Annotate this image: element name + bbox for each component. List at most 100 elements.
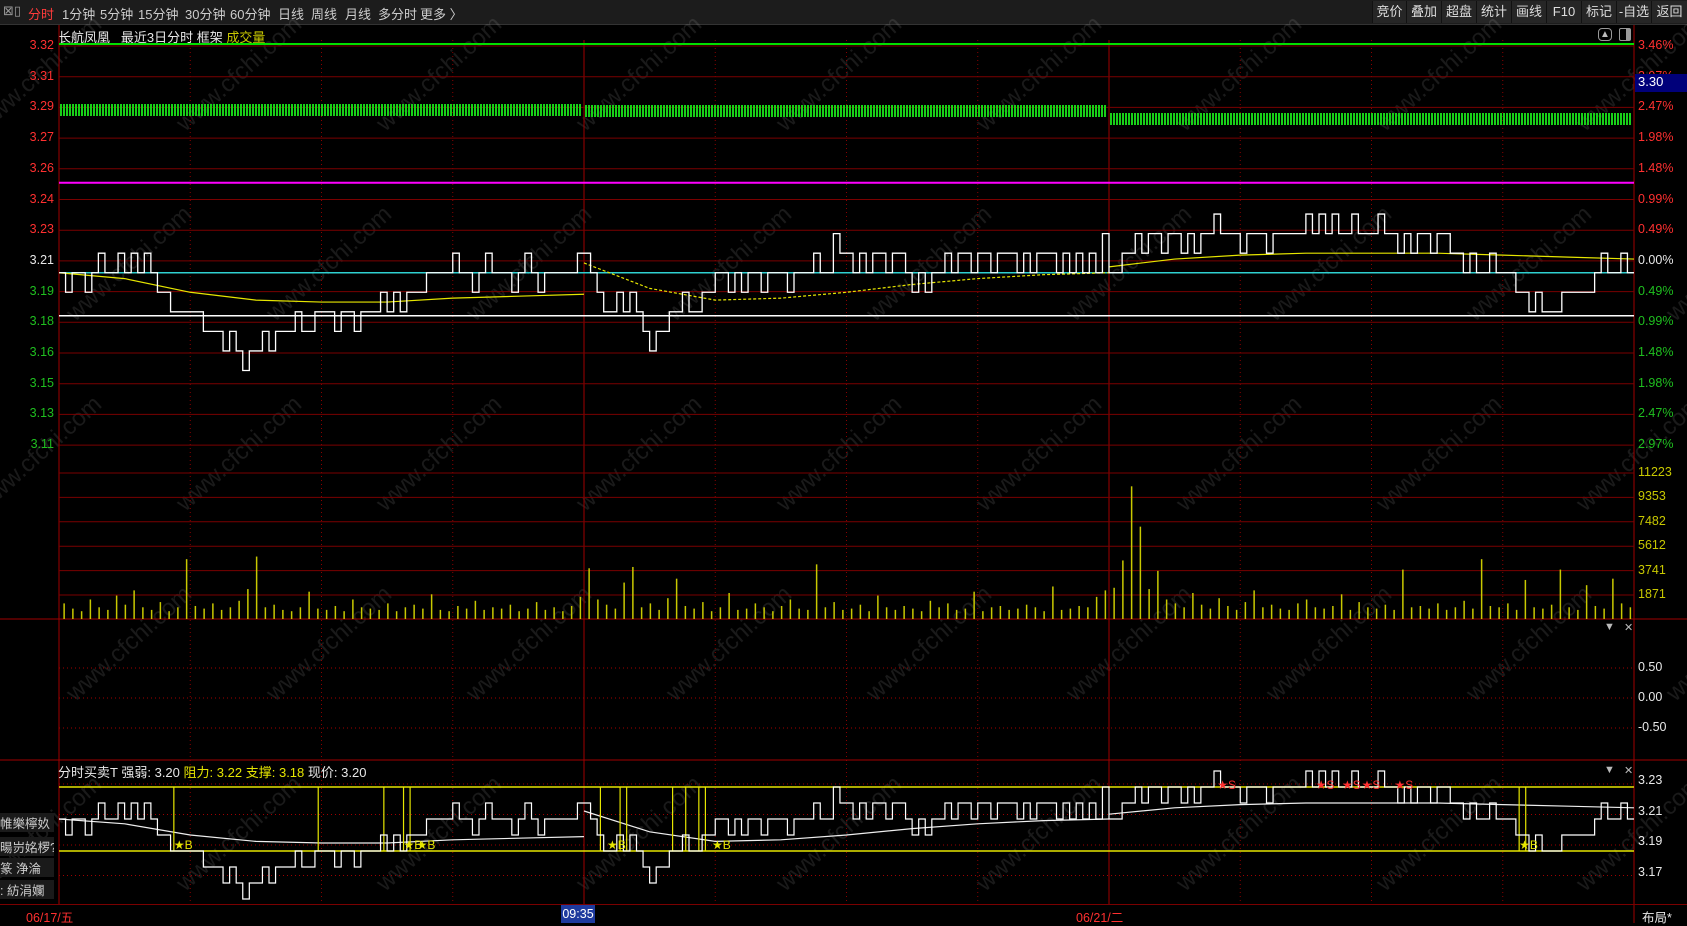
volume-bar xyxy=(1472,608,1474,619)
volume-bar xyxy=(509,604,512,619)
volume-bar xyxy=(658,609,660,619)
sell-signal: ★S xyxy=(1342,778,1361,792)
volume-bar xyxy=(247,589,249,619)
subpanel1-axis-label: 0.00 xyxy=(1638,690,1663,704)
subpanel2-axis-label: 3.19 xyxy=(1638,834,1663,848)
date-day1: 06/17/五 xyxy=(26,911,74,925)
volume-bar xyxy=(229,607,232,619)
panel2-close-icon[interactable]: ✕ xyxy=(1624,764,1633,777)
volume-bar xyxy=(343,611,345,619)
volume-bar xyxy=(1524,579,1527,619)
volume-bar xyxy=(1305,599,1308,619)
volume-bar xyxy=(1043,611,1045,619)
volume-bar xyxy=(938,607,940,619)
volume-bar xyxy=(1349,609,1352,619)
volume-bar xyxy=(1463,600,1465,619)
volume-axis-label: 9353 xyxy=(1638,489,1666,504)
volume-bar xyxy=(334,605,337,619)
date-day3: 06/21/二 xyxy=(1076,911,1124,925)
panel2-title: 分时买卖T 强弱: 3.20 阻力: 3.22 支撑: 3.18 现价: 3.2… xyxy=(58,762,366,781)
order-band xyxy=(584,105,1107,117)
volume-bar xyxy=(457,605,459,619)
volume-bar xyxy=(719,607,722,619)
volume-bar xyxy=(649,603,652,619)
volume-bar xyxy=(1498,607,1500,619)
percent-axis-label: 2.47% xyxy=(1638,406,1674,421)
panel1-menu-icon[interactable]: ▼ xyxy=(1604,621,1615,633)
volume-bar xyxy=(378,609,380,619)
volume-bar xyxy=(1209,608,1212,619)
volume-axis-label: 11223 xyxy=(1638,465,1672,479)
chart-canvas[interactable]: ★B ★B★B ★B ★B ★B★S ★S ★S ★S ★S xyxy=(0,0,1687,923)
volume-bar xyxy=(115,595,118,619)
volume-bar xyxy=(1402,569,1404,619)
side-button-2[interactable]: 暘岃姳椤?( xyxy=(0,837,54,856)
volume-bar xyxy=(395,611,398,619)
panel1-close-icon[interactable]: ✕ xyxy=(1624,621,1633,634)
volume-bar xyxy=(1568,607,1570,619)
price-axis-label: 3.29 xyxy=(29,99,54,114)
volume-bar xyxy=(159,602,162,619)
volume-bar xyxy=(877,595,879,619)
order-band xyxy=(1109,113,1632,125)
subpanel1-axis-label: -0.50 xyxy=(1638,720,1667,734)
current-price-label: 现价: xyxy=(307,765,338,780)
volume-bar xyxy=(1603,608,1605,619)
volume-bar xyxy=(745,608,748,619)
volume-bar xyxy=(632,566,634,619)
side-button-3[interactable]: 篆 浄淪 xyxy=(0,858,54,877)
volume-bar xyxy=(1480,559,1483,619)
volume-bar xyxy=(500,608,503,619)
volume-bar xyxy=(772,611,774,619)
volume-bar xyxy=(868,611,870,619)
layout-button[interactable]: 布局* xyxy=(1642,907,1672,926)
buy-signal: ★B xyxy=(712,838,731,852)
volume-bar xyxy=(133,590,135,619)
side-button-4[interactable]: : 紡涓孄 xyxy=(0,880,54,899)
volume-bar xyxy=(562,611,564,619)
price-axis-label: 3.16 xyxy=(29,345,54,359)
volume-bar xyxy=(1314,607,1317,619)
volume-bar xyxy=(1620,603,1623,619)
volume-bar xyxy=(1393,609,1395,619)
volume-bar xyxy=(238,600,240,619)
volume-bar xyxy=(80,611,83,619)
volume-bar xyxy=(842,609,844,619)
volume-bar xyxy=(352,599,354,619)
volume-bar xyxy=(1375,608,1378,619)
volume-bar xyxy=(63,603,65,619)
volume-bar xyxy=(194,605,197,619)
sell-signal: ★S xyxy=(1217,778,1236,792)
volume-bar xyxy=(317,608,319,619)
volume-bar xyxy=(1358,602,1360,619)
volume-bar xyxy=(912,608,914,619)
volume-bar xyxy=(964,608,967,619)
volume-bar xyxy=(1270,604,1273,619)
volume-bar xyxy=(824,607,827,619)
volume-bar xyxy=(1069,608,1072,619)
volume-bar xyxy=(850,608,853,619)
price-axis-label: 3.11 xyxy=(30,437,54,452)
volume-bar xyxy=(1340,594,1343,619)
volume-bar xyxy=(212,603,214,619)
volume-bar xyxy=(885,607,888,619)
volume-bar xyxy=(789,599,792,619)
volume-bar xyxy=(1594,605,1597,619)
volume-bar xyxy=(535,602,538,619)
volume-bar xyxy=(177,607,179,619)
volume-bar xyxy=(492,607,494,619)
volume-axis-label: 3741 xyxy=(1638,562,1666,577)
percent-axis-label: 1.98% xyxy=(1638,375,1674,390)
volume-bar xyxy=(1192,592,1194,619)
volume-bar xyxy=(1332,605,1334,619)
volume-bar xyxy=(544,609,547,619)
volume-bar xyxy=(404,607,407,619)
indicator-name[interactable]: 分时买卖T xyxy=(58,765,118,780)
volume-bar xyxy=(1052,586,1054,619)
side-button-1[interactable]: 帷樂檸奺 xyxy=(0,813,54,832)
volume-bar xyxy=(553,607,555,619)
volume-bar xyxy=(1165,599,1168,619)
volume-bar xyxy=(474,600,477,619)
panel2-menu-icon[interactable]: ▼ xyxy=(1604,764,1615,776)
percent-axis-label: 1.98% xyxy=(1638,130,1674,145)
